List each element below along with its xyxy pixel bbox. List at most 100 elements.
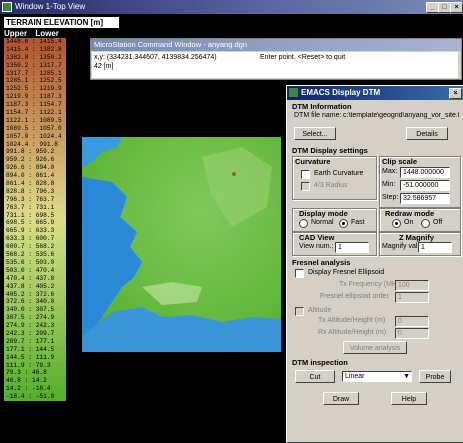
four-thirds-radius-checkbox[interactable] [301,182,310,191]
min-label: Min: [382,181,396,188]
view-num-field[interactable]: 1 [335,242,369,253]
legend-row: 1285.1 : 1252.5 [4,77,66,86]
fresnel-ellipsoid-checkbox[interactable] [295,269,304,278]
earth-curvature-checkbox[interactable] [301,170,310,179]
inspection-heading: DTM inspection [292,358,348,367]
probe-button[interactable]: Probe [419,370,451,383]
redraw-on-radio[interactable] [392,219,401,228]
fresnel-heading: Fresnel analysis [292,258,351,267]
legend-row: 79.3 : 46.8 [4,369,66,378]
legend-row: 144.5 : 111.9 [4,353,66,362]
volume-analysis-button[interactable]: Volume analysis [343,341,407,354]
select-button[interactable]: Select... [294,127,336,140]
step-field[interactable]: 32.586957 [400,193,450,204]
emacs-dtm-dialog[interactable]: EMACS Display DTM × DTM Information DTM … [286,85,463,443]
legend-row: 828.8 : 796.3 [4,187,66,196]
legend-row: 242.3 : 209.7 [4,329,66,338]
legend-row: 307.5 : 274.9 [4,314,66,323]
fast-radio[interactable] [339,219,348,228]
help-button[interactable]: Help [391,392,427,405]
legend-row: 535.6 : 503.0 [4,258,66,267]
fast-label: Fast [351,219,365,226]
legend-header: Upper Lower [4,29,59,38]
legend-title: TERRAIN ELEVATION [m] [4,17,119,28]
legend-row: 1317.7 : 1285.1 [4,69,66,78]
normal-label: Normal [311,219,334,226]
legend-row: 1382.8 : 1350.2 [4,53,66,62]
legend-row: 1154.7 : 1122.1 [4,109,66,117]
command-window-body: x,y: (334231.344607, 4139834.256474) 42 … [92,52,458,78]
legend-row: 372.6 : 340.0 [4,298,66,307]
earth-curvature-label: Earth Curvature [314,170,364,177]
curvature-title: Curvature [295,157,331,166]
legend-row: 1350.2 : 1317.7 [4,61,66,70]
legend-row: 991.8 : 959.2 [4,148,66,157]
legend-row: 111.9 : 79.3 [4,361,66,370]
altitude-checkbox[interactable] [295,307,304,316]
prompt-text: Enter point, <Reset> to quit [260,54,346,61]
elevation-readout: 42 [m] [94,63,114,70]
view-num-label: View num.: [299,243,334,250]
legend-row: 959.2 : 926.6 [4,156,66,165]
dtm-file-label: DTM file name: [294,112,342,119]
draw-button[interactable]: Draw [323,392,359,405]
ellipsoid-order-label: Fresnel ellipsoid order [320,293,389,300]
legend-row: 1024.4 : 991.8 [4,140,66,149]
normal-radio[interactable] [299,219,308,228]
redraw-on-label: On [404,219,414,226]
tx-frequency-label: Tx Frequency (MHz) [339,281,403,288]
legend-row: 503.0 : 470.4 [4,266,66,275]
legend-row: 568.2 : 535.6 [4,251,66,259]
redraw-off-label: Off [433,219,443,226]
legend-row: 1089.5 : 1057.0 [4,124,66,133]
tx-altitude-field[interactable]: 0 [395,316,429,327]
max-label: Max: [382,168,398,175]
rx-altitude-field[interactable]: 0 [395,328,429,339]
dialog-close-icon[interactable]: × [449,88,462,99]
elevation-legend: 1448.0 : 1415.4 1415.4 : 1382.8 1382.8 : 1… [4,38,66,401]
legend-row: 274.9 : 242.3 [4,322,66,330]
legend-row: 46.8 : 14.2 [4,377,66,386]
ellipsoid-order-field[interactable]: 1 [395,292,429,303]
legend-row: 926.6 : 894.0 [4,164,66,173]
max-field[interactable]: 1448.000000 [400,167,450,178]
legend-col-lower: Lower [35,29,59,38]
cad-view-title: CAD View [299,233,335,242]
redraw-mode-title: Redraw mode [385,209,435,218]
magnify-field[interactable]: 1 [418,242,452,253]
legend-row: 437.8 : 405.2 [4,282,66,291]
legend-row: 1122.1 : 1089.5 [4,116,66,125]
command-window[interactable]: MicroStation Command Window - anyang.dgn… [90,38,462,80]
legend-row: 405.2 : 372.6 [4,290,66,299]
redraw-off-radio[interactable] [421,219,430,228]
cut-button[interactable]: Cut [295,370,335,383]
inspection-mode-select[interactable]: Linear ▼ [342,371,412,382]
display-mode-title: Display mode [299,209,348,218]
legend-row: 731.1 : 698.5 [4,211,66,220]
tx-frequency-field[interactable]: 100 [395,280,429,291]
display-settings-heading: DTM Display settings [292,146,368,155]
legend-row: 665.9 : 633.3 [4,227,66,236]
main-window-titlebar[interactable]: Window 1-Top View _ □ × [0,0,463,14]
legend-row: -18.4 : -51.0 [4,393,66,401]
z-magnify-title: Z Magnify [399,233,434,242]
four-thirds-radius-label: 4/3 Radius [314,182,348,189]
details-button[interactable]: Details [406,127,448,140]
dtm-info-heading: DTM Information [292,102,352,111]
legend-row: 698.5 : 665.9 [4,219,66,228]
chevron-down-icon[interactable]: ▼ [403,372,410,381]
min-field[interactable]: -51.000000 [400,180,450,191]
coords-readout: x,y: (334231.344607, 4139834.256474) [94,54,217,61]
dialog-titlebar[interactable]: EMACS Display DTM × [287,86,463,100]
terrain-map[interactable] [82,137,281,352]
legend-row: 633.3 : 600.7 [4,235,66,244]
command-window-title: MicroStation Command Window - anyang.dgn [91,39,461,51]
inspection-mode-value: Linear [345,373,365,380]
legend-row: 796.3 : 763.7 [4,195,66,204]
legend-row: 209.7 : 177.1 [4,337,66,346]
legend-row: 177.1 : 144.5 [4,345,66,354]
dialog-app-icon [289,88,298,97]
legend-row: 470.4 : 437.8 [4,274,66,283]
close-icon[interactable]: × [450,2,463,13]
legend-row: 1448.0 : 1415.4 [4,38,66,46]
